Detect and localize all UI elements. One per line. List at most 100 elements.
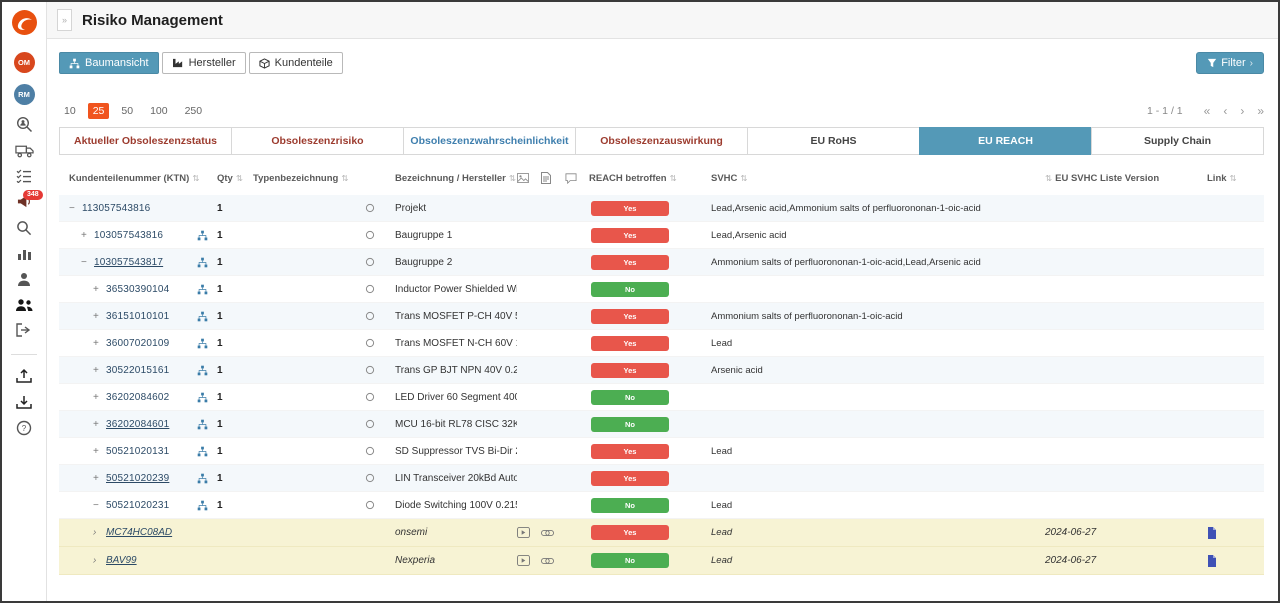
hierarchy-icon[interactable] [197,392,208,403]
expand-toggle[interactable]: + [93,392,106,403]
reach-badge[interactable]: Yes [591,363,669,378]
announcements-icon[interactable]: 348 [2,194,46,209]
part-number-link[interactable]: 36530390104 [106,284,169,295]
download-icon[interactable] [2,394,46,409]
expand-toggle[interactable]: › [93,555,106,566]
expand-toggle[interactable]: + [93,419,106,430]
sort-icon[interactable]: ⇅ [236,173,243,184]
expand-toggle[interactable]: + [93,365,106,376]
team-icon[interactable] [2,298,46,312]
document-link-icon[interactable] [1207,555,1217,567]
hierarchy-icon[interactable] [197,311,208,322]
video-icon[interactable] [517,527,530,538]
part-number-link[interactable]: 36007020109 [106,338,169,349]
part-number-link[interactable]: 36151010101 [106,311,169,322]
rm-module-button[interactable]: RM [2,84,46,105]
reach-badge[interactable]: No [591,390,669,405]
manufacturer-part-link[interactable]: BAV99 [106,555,137,566]
first-page-icon[interactable]: « [1204,104,1211,118]
sort-icon[interactable]: ⇅ [670,173,677,184]
reach-badge[interactable]: No [591,417,669,432]
reach-badge[interactable]: Yes [591,309,669,324]
sort-icon[interactable]: ⇅ [1045,173,1052,184]
manufacturer-part-link[interactable]: MC74HC08AD [106,527,172,538]
tab-obsoleszenzauswirkung[interactable]: Obsoleszenzauswirkung [575,127,748,155]
sort-icon[interactable]: ⇅ [341,173,348,184]
statistics-icon[interactable] [2,247,46,261]
expand-toggle[interactable]: + [93,284,106,295]
hierarchy-icon[interactable] [197,365,208,376]
expand-toggle[interactable]: + [81,230,94,241]
next-page-icon[interactable]: › [1240,104,1244,118]
hierarchy-icon[interactable] [197,446,208,457]
part-number-link[interactable]: 103057543817 [94,257,163,268]
expand-toggle[interactable]: › [93,527,106,538]
hierarchy-icon[interactable] [197,419,208,430]
expand-toggle[interactable]: + [93,446,106,457]
user-search-icon[interactable] [2,116,46,133]
hierarchy-icon[interactable] [197,257,208,268]
part-number-link[interactable]: 50521020239 [106,473,169,484]
sort-icon[interactable]: ⇅ [192,173,199,184]
tab-obsoleszenzwahrscheinlichkeit[interactable]: Obsoleszenzwahrscheinlichkeit [403,127,576,155]
hersteller-button[interactable]: Hersteller [162,52,246,74]
part-number-link[interactable]: 36202084602 [106,392,169,403]
reach-badge[interactable]: Yes [591,336,669,351]
expand-toggle[interactable]: + [93,338,106,349]
reach-badge[interactable]: Yes [591,471,669,486]
page-size-100[interactable]: 100 [145,103,173,119]
reach-badge[interactable]: Yes [591,525,669,540]
link-icon[interactable] [541,529,554,537]
reach-badge[interactable]: Yes [591,255,669,270]
last-page-icon[interactable]: » [1257,104,1264,118]
sort-icon[interactable]: ⇅ [509,173,516,184]
part-number-link[interactable]: 36202084601 [106,419,169,430]
collapse-toggle[interactable]: − [69,203,82,214]
collapse-toggle[interactable]: − [93,500,106,511]
part-number-link[interactable]: 103057543816 [94,230,163,241]
tab-supply-chain[interactable]: Supply Chain [1091,127,1264,155]
hierarchy-icon[interactable] [197,338,208,349]
page-size-250[interactable]: 250 [180,103,208,119]
page-size-10[interactable]: 10 [59,103,81,119]
tab-obsoleszenzrisiko[interactable]: Obsoleszenzrisiko [231,127,404,155]
prev-page-icon[interactable]: ‹ [1223,104,1227,118]
part-number-link[interactable]: 113057543816 [82,203,150,214]
video-icon[interactable] [517,555,530,566]
part-number-link[interactable]: 50521020131 [106,446,169,457]
hierarchy-icon[interactable] [197,284,208,295]
hierarchy-icon[interactable] [197,230,208,241]
reach-badge[interactable]: Yes [591,444,669,459]
hierarchy-icon[interactable] [197,473,208,484]
hierarchy-icon[interactable] [197,500,208,511]
tab-aktueller-obsoleszenzstatus[interactable]: Aktueller Obsoleszenzstatus [59,127,232,155]
baumansicht-button[interactable]: Baumansicht [59,52,159,74]
help-icon[interactable]: ? [2,420,46,436]
part-number-link[interactable]: 50521020231 [106,500,169,511]
kundenteile-button[interactable]: Kundenteile [249,52,343,74]
user-icon[interactable] [2,272,46,287]
logout-icon[interactable] [2,323,46,337]
reach-badge[interactable]: Yes [591,228,669,243]
page-size-50[interactable]: 50 [116,103,138,119]
expand-toggle[interactable]: + [93,311,106,322]
link-icon[interactable] [541,557,554,565]
vehicle-icon[interactable] [2,144,46,158]
search-icon[interactable] [2,220,46,236]
reach-badge[interactable]: No [591,553,669,568]
part-number-link[interactable]: 30522015161 [106,365,169,376]
reach-badge[interactable]: Yes [591,201,669,216]
reach-badge[interactable]: No [591,282,669,297]
upload-icon[interactable] [2,368,46,383]
page-size-25[interactable]: 25 [88,103,110,119]
filter-button[interactable]: Filter › [1196,52,1264,74]
sort-icon[interactable]: ⇅ [1230,173,1237,184]
collapse-toggle[interactable]: − [81,257,94,268]
expand-toggle[interactable]: + [93,473,106,484]
sort-icon[interactable]: ⇅ [740,173,747,184]
checklist-icon[interactable] [2,169,46,183]
tab-eu-rohs[interactable]: EU RoHS [747,127,920,155]
document-link-icon[interactable] [1207,527,1217,539]
tab-eu-reach[interactable]: EU REACH [919,127,1092,155]
reach-badge[interactable]: No [591,498,669,513]
